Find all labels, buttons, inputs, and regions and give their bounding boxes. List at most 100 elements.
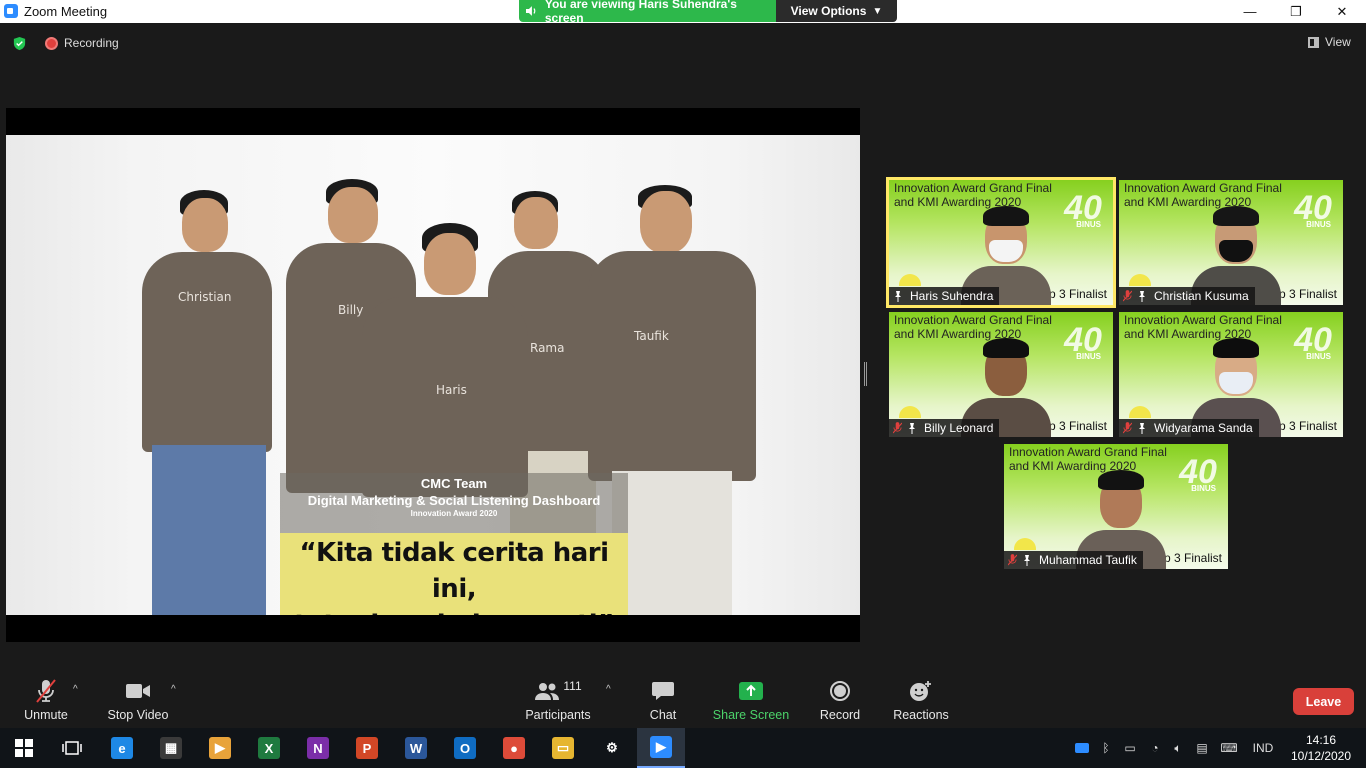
microphone-muted-icon — [1123, 290, 1132, 302]
participants-button[interactable]: 111 Participants — [524, 676, 592, 728]
windows-taskbar: e ▦ ▶ X N P W O ● ▭ ⚙ ▶ ᛒ ▭ ◔ 🔈︎ ▤ ⌨ IND 14:16 10/1… — [0, 728, 1366, 768]
taskbar-excel-button[interactable]: X — [245, 728, 293, 768]
encryption-shield-icon[interactable] — [12, 36, 27, 51]
finalist-text: op 3 Finalist — [1272, 287, 1337, 301]
reactions-label: Reactions — [893, 708, 949, 722]
powerpoint-icon: P — [356, 737, 378, 759]
input-language-indicator[interactable]: IND — [1246, 728, 1280, 768]
taskbar-file-explorer-button[interactable]: ▭ — [539, 728, 587, 768]
video-options-caret[interactable]: ^ — [171, 684, 176, 695]
keyboard-icon[interactable]: ⌨ — [1216, 728, 1242, 768]
taskbar-media-player-button[interactable]: ▶ — [196, 728, 244, 768]
media-player-icon: ▶ — [209, 737, 231, 759]
grid-view-icon — [1308, 36, 1319, 48]
taskbar-powerpoint-button[interactable]: P — [343, 728, 391, 768]
settings-icon: ⚙ — [601, 737, 623, 759]
spotlight-pin-icon — [909, 422, 915, 434]
person-label: Rama — [530, 341, 565, 355]
view-label: View — [1325, 35, 1351, 49]
taskbar-zoom-button[interactable]: ▶ — [637, 728, 685, 768]
video-tile[interactable]: Innovation Award Grand Final and KMI Awar… — [1119, 180, 1343, 305]
reactions-button[interactable]: Reactions — [890, 676, 952, 728]
microphone-muted-icon — [36, 679, 56, 703]
view-options-button[interactable]: View Options ▼ — [776, 0, 897, 22]
caption-award: Innovation Award 2020 — [410, 509, 498, 518]
record-icon — [830, 681, 850, 701]
outlook-icon: O — [454, 737, 476, 759]
finalist-text: op 3 Finalist — [1272, 419, 1337, 433]
task-view-button[interactable] — [48, 728, 96, 768]
audio-options-caret[interactable]: ^ — [73, 684, 78, 695]
quote-box: “Kita tidak cerita hari ini, tetapi esok… — [280, 533, 628, 615]
share-screen-button[interactable]: Share Screen — [712, 676, 790, 728]
person-label: Billy — [338, 303, 364, 317]
stop-video-label: Stop Video — [107, 708, 169, 722]
excel-icon: X — [258, 737, 280, 759]
recording-icon — [45, 37, 58, 50]
participant-name: Haris Suhendra — [910, 289, 994, 303]
sun-logo-icon — [899, 274, 921, 286]
view-button[interactable]: View — [1308, 35, 1351, 49]
person-label: Christian — [178, 290, 232, 304]
video-tile[interactable]: Innovation Award Grand Final and KMI Awar… — [1119, 312, 1343, 437]
start-button[interactable] — [0, 728, 48, 768]
screen-share-banner: You are viewing Haris Suhendra's screen … — [519, 0, 897, 25]
leave-button[interactable]: Leave — [1293, 688, 1354, 715]
taskbar-settings-button[interactable]: ⚙ — [588, 728, 636, 768]
onenote-icon: N — [307, 737, 329, 759]
restore-button[interactable]: ❐ — [1273, 0, 1319, 23]
finalist-text: op 3 Finalist — [1042, 287, 1107, 301]
zoom-tray-icon[interactable] — [1072, 728, 1092, 768]
shared-screen[interactable]: Christian Billy Rama Taufik Haris CMC Te… — [6, 108, 860, 642]
spotlight-pin-icon — [1024, 554, 1030, 566]
speaker-icon — [525, 6, 536, 16]
record-label: Record — [819, 708, 861, 722]
chat-button[interactable]: Chat — [640, 676, 686, 728]
video-camera-icon — [126, 684, 150, 698]
zoom-app-icon — [4, 4, 18, 18]
finalist-text: op 3 Finalist — [1042, 419, 1107, 433]
minimize-button[interactable]: — — [1227, 0, 1273, 23]
finalist-text: op 3 Finalist — [1157, 551, 1222, 565]
record-button[interactable]: Record — [814, 676, 866, 728]
file-explorer-icon: ▭ — [552, 737, 574, 759]
close-button[interactable]: ✕ — [1319, 0, 1365, 23]
notification-icon[interactable]: ▤ — [1192, 728, 1212, 768]
taskbar-store-button[interactable]: ▦ — [147, 728, 195, 768]
spotlight-pin-icon — [895, 290, 901, 302]
microphone-muted-icon — [1008, 554, 1017, 566]
volume-icon[interactable]: 🔈︎ — [1168, 728, 1188, 768]
taskbar-onenote-button[interactable]: N — [294, 728, 342, 768]
system-clock[interactable]: 14:16 10/12/2020 — [1288, 732, 1354, 764]
binus-logo-text: BINUS — [1191, 484, 1216, 493]
binus-logo-text: BINUS — [1076, 220, 1101, 229]
participant-name-bar: Widyarama Sanda — [1119, 419, 1259, 437]
microphone-muted-icon — [893, 422, 902, 434]
recording-label: Recording — [64, 36, 119, 50]
battery-icon[interactable]: ▭ — [1120, 728, 1140, 768]
participant-name: Muhammad Taufik — [1039, 553, 1137, 567]
video-tile[interactable]: Innovation Award Grand Final and KMI Awar… — [886, 177, 1116, 308]
video-tile[interactable]: Innovation Award Grand Final and KMI Awar… — [889, 312, 1113, 437]
microphone-muted-icon — [1123, 422, 1132, 434]
video-tile[interactable]: Innovation Award Grand Final and KMI Awar… — [1004, 444, 1228, 569]
stop-video-button[interactable]: Stop Video — [104, 676, 172, 728]
person-christian: Christian — [138, 190, 278, 615]
taskbar-word-button[interactable]: W — [392, 728, 440, 768]
taskbar-outlook-button[interactable]: O — [441, 728, 489, 768]
binus-logo-text: BINUS — [1306, 352, 1331, 361]
window-title: Zoom Meeting — [24, 4, 108, 19]
title-bar: Zoom Meeting You are viewing Haris Suhen… — [0, 0, 1366, 25]
sun-logo-icon — [1014, 538, 1036, 550]
taskbar-edge-button[interactable]: e — [98, 728, 146, 768]
panel-splitter-handle[interactable] — [864, 362, 867, 386]
participants-options-caret[interactable]: ^ — [606, 684, 611, 695]
clock-date: 10/12/2020 — [1290, 749, 1352, 763]
participant-name: Widyarama Sanda — [1154, 421, 1253, 435]
edge-icon: e — [111, 737, 133, 759]
person-label: Taufik — [634, 329, 669, 343]
bluetooth-icon[interactable]: ᛒ — [1096, 728, 1116, 768]
wifi-icon[interactable]: ◔ — [1144, 728, 1166, 768]
taskbar-chrome-button[interactable]: ● — [490, 728, 538, 768]
unmute-button[interactable]: Unmute — [18, 676, 74, 728]
